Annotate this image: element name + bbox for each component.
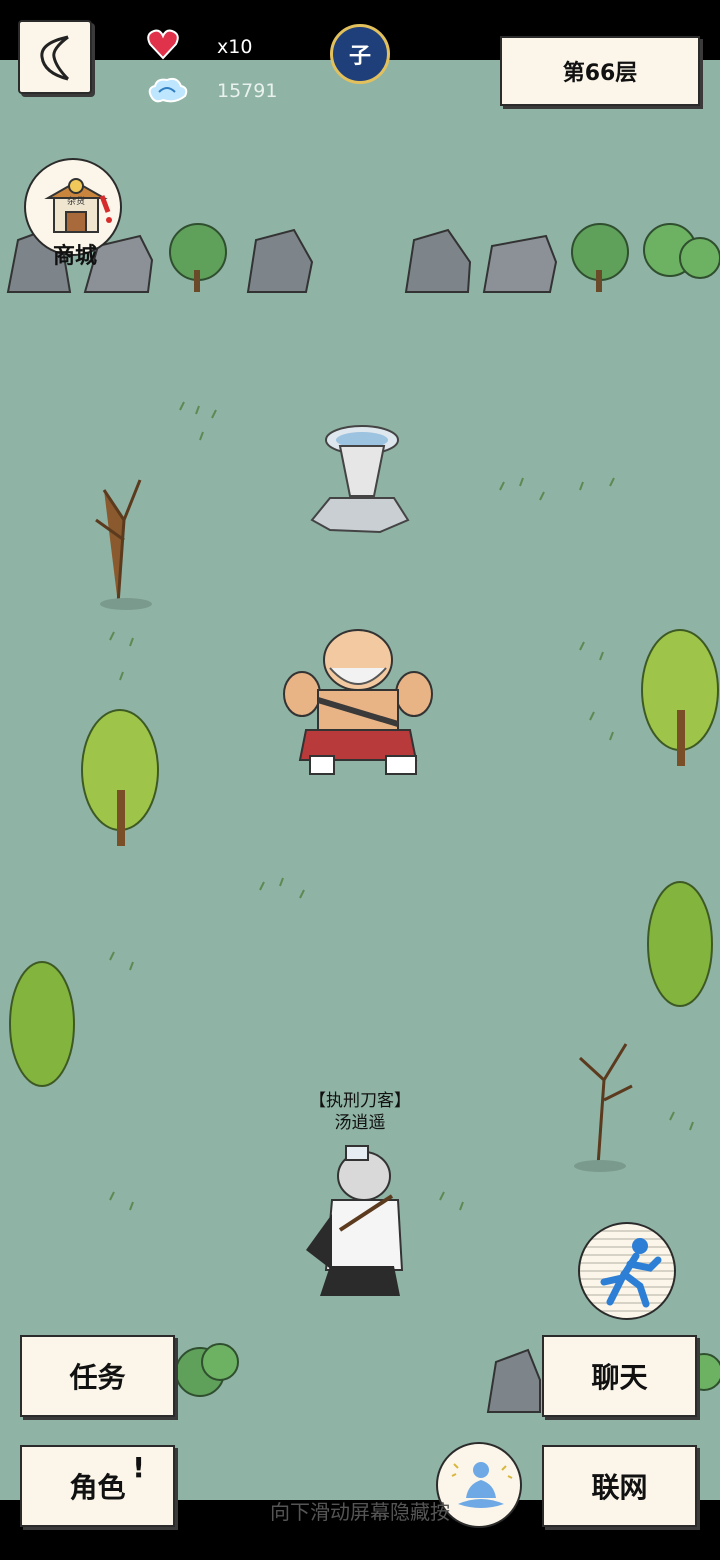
rock [482, 234, 558, 293]
back-button[interactable] [18, 20, 92, 94]
enemy-character[interactable] [283, 629, 433, 775]
swipe-hint: 向下滑动屏幕隐藏按 [270, 1500, 450, 1524]
shop-sign: 杂货 [67, 195, 85, 207]
quest-button[interactable]: 任务 [20, 1335, 175, 1417]
rock [246, 228, 314, 293]
lives-stat: x10 [145, 26, 252, 62]
rock [404, 228, 472, 293]
bush [175, 1343, 239, 1397]
dead-tree [574, 1043, 633, 1172]
lives-value: x10 [217, 36, 253, 58]
tree [9, 961, 75, 1087]
chat-button[interactable]: 聊天 [542, 1335, 697, 1417]
tree [641, 629, 719, 766]
floor-indicator[interactable]: 第66层 [500, 36, 700, 106]
stone-basin [310, 425, 410, 534]
run-button[interactable] [578, 1222, 676, 1320]
time-badge[interactable]: 子 [330, 24, 390, 84]
coins-value: 15791 [217, 80, 278, 102]
chat-label: 聊天 [591, 1361, 648, 1394]
player-nameplate: 【执刑刀客】 汤逍遥 [280, 1090, 440, 1134]
heart-icon [147, 29, 179, 60]
rock [486, 1348, 541, 1413]
tree [647, 881, 713, 1007]
bush [571, 223, 629, 292]
player-character[interactable] [306, 1145, 404, 1296]
coins-stat: 15791 [145, 74, 277, 106]
quest-label: 任务 [69, 1361, 126, 1394]
bush [169, 223, 227, 292]
shop-label: 商城 [52, 244, 97, 269]
notification-mark: ! [132, 1451, 145, 1484]
time-glyph: 子 [348, 44, 371, 69]
chevron-left-icon [40, 35, 70, 81]
shop-icon: 杂货 [44, 178, 112, 233]
player-title: 【执刑刀客】 [309, 1091, 411, 1111]
dead-tree [95, 479, 152, 610]
cloud-coin-icon [148, 77, 188, 103]
tree [81, 709, 159, 846]
bush [643, 223, 720, 279]
running-man-icon [600, 1238, 662, 1308]
player-name: 汤逍遥 [334, 1113, 386, 1133]
floor-label: 第66层 [562, 61, 638, 86]
